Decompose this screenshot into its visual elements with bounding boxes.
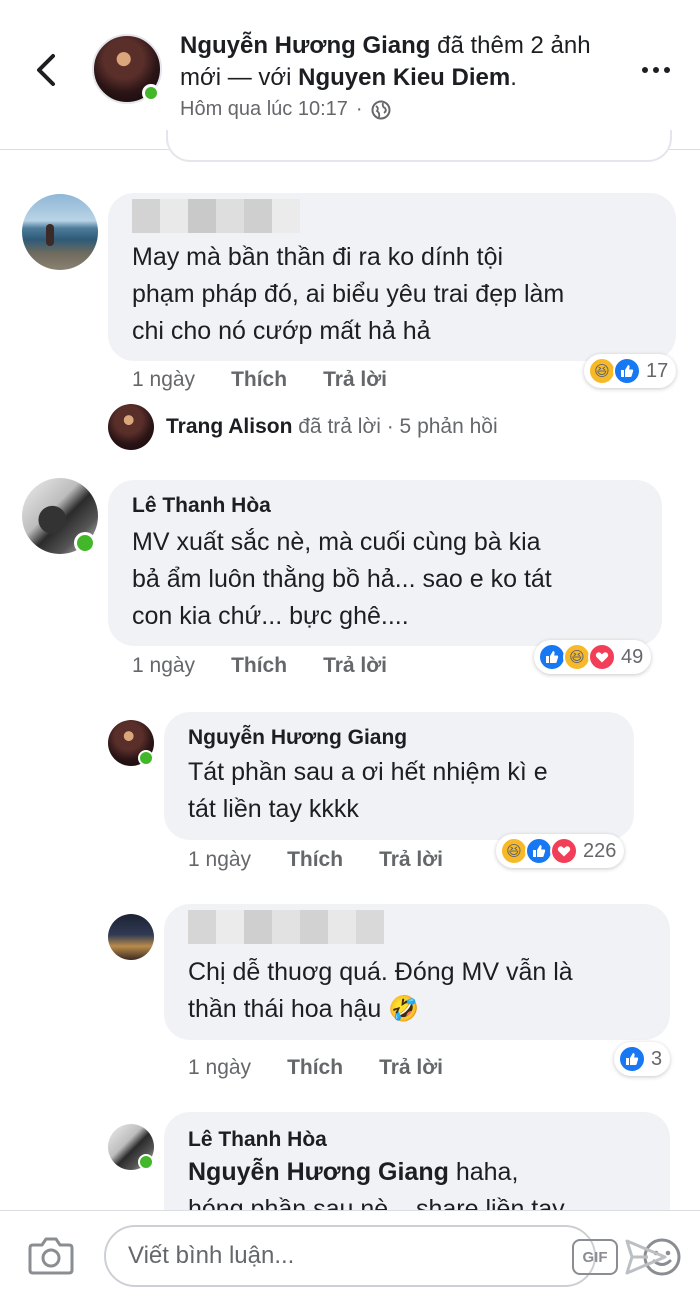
like-button[interactable]: Thích: [287, 848, 343, 872]
view-replies-link[interactable]: Trang Alison đã trả lời · 5 phản hồi: [108, 404, 498, 450]
comment-meta: 1 ngày Thích Trả lời: [188, 1056, 443, 1080]
back-button[interactable]: [26, 48, 66, 92]
reaction-count: 226: [583, 839, 617, 862]
avatar[interactable]: [108, 914, 154, 960]
post-title: Nguyễn Hương Giang đã thêm 2 ảnh mới — v…: [180, 32, 591, 91]
comment-text: Chị dễ thuơg quá. Đóng MV vẫn là thần th…: [188, 958, 573, 1023]
online-status-icon: [138, 750, 154, 766]
reaction-count: 17: [646, 359, 669, 382]
reply-bubble: Lê Thanh Hòa Nguyễn Hương Giang haha, hó…: [164, 1112, 670, 1222]
comment-time[interactable]: 1 ngày: [188, 848, 251, 872]
reaction-summary[interactable]: 😆 49: [534, 640, 652, 674]
mention-link[interactable]: Nguyễn Hương Giang: [188, 1158, 449, 1186]
reply-button[interactable]: Trả lời: [323, 368, 387, 392]
comment-bubble: May mà bần thần đi ra ko dính tội phạm p…: [108, 193, 676, 361]
tagged-name[interactable]: Nguyen Kieu Diem: [298, 64, 510, 91]
like-button[interactable]: Thích: [287, 1056, 343, 1080]
like-reaction-icon: [525, 837, 553, 865]
avatar[interactable]: [22, 194, 98, 270]
reaction-count: 3: [651, 1047, 663, 1070]
like-button[interactable]: Thích: [231, 654, 287, 678]
comment-text: May mà bần thần đi ra ko dính tội phạm p…: [132, 243, 565, 345]
blurred-commenter-name: [132, 199, 652, 233]
comment-bubble: Lê Thanh Hòa MV xuất sắc nè, mà cuối cùn…: [108, 480, 662, 646]
comment-text: MV xuất sắc nè, mà cuối cùng bà kia bả ẩ…: [132, 528, 552, 630]
avatar: [108, 404, 154, 450]
comment-input[interactable]: Viết bình luận... GIF: [104, 1225, 681, 1287]
post-timestamp[interactable]: Hôm qua lúc 10:17: [180, 98, 348, 121]
online-status-icon: [142, 84, 160, 102]
author-name[interactable]: Nguyễn Hương Giang: [180, 32, 430, 59]
love-reaction-icon: [550, 837, 578, 865]
like-button[interactable]: Thích: [231, 368, 287, 392]
send-button[interactable]: [624, 1237, 668, 1277]
comment-meta: 1 ngày Thích Trả lời: [188, 848, 443, 872]
comment-text: Tát phần sau a ơi hết nhiệm kì e tát liề…: [188, 758, 548, 823]
comment-time[interactable]: 1 ngày: [188, 1056, 251, 1080]
more-dots-icon: [642, 67, 648, 73]
post-header: Nguyễn Hương Giang đã thêm 2 ảnh mới — v…: [0, 0, 700, 150]
like-reaction-icon: [613, 357, 641, 385]
like-reaction-icon: [618, 1045, 646, 1073]
comment-meta: 1 ngày Thích Trả lời: [132, 654, 387, 678]
commenter-name[interactable]: Nguyễn Hương Giang: [188, 724, 610, 752]
haha-reaction-icon: 😆: [500, 837, 528, 865]
comment-input-placeholder: Viết bình luận...: [128, 1242, 295, 1269]
previous-comment-bubble: [166, 130, 672, 162]
comment-time[interactable]: 1 ngày: [132, 368, 195, 392]
online-status-icon: [138, 1154, 154, 1170]
online-status-icon: [74, 532, 96, 554]
comment-composer: Viết bình luận... GIF: [0, 1210, 700, 1296]
commenter-name[interactable]: Lê Thanh Hòa: [132, 492, 638, 520]
more-options-button[interactable]: [636, 58, 676, 82]
like-reaction-icon: [538, 643, 566, 671]
reaction-summary[interactable]: 😆 17: [584, 354, 677, 388]
avatar[interactable]: [22, 478, 98, 554]
haha-reaction-icon: 😆: [588, 357, 616, 385]
post-timestamp-row: Hôm qua lúc 10:17 ·: [180, 98, 391, 121]
camera-icon: [28, 1237, 74, 1275]
blurred-commenter-name: [188, 910, 646, 944]
chevron-left-icon: [37, 54, 55, 86]
reply-bubble: Nguyễn Hương Giang Tát phần sau a ơi hết…: [164, 712, 634, 840]
gif-button[interactable]: GIF: [572, 1239, 618, 1275]
avatar[interactable]: [108, 1124, 154, 1170]
globe-icon: [371, 100, 391, 119]
love-reaction-icon: [588, 643, 616, 671]
avatar[interactable]: [108, 720, 154, 766]
reply-bubble: Chị dễ thuơg quá. Đóng MV vẫn là thần th…: [164, 904, 670, 1040]
commenter-name[interactable]: Lê Thanh Hòa: [188, 1126, 646, 1154]
camera-button[interactable]: [28, 1235, 74, 1275]
reply-button[interactable]: Trả lời: [379, 1056, 443, 1080]
reaction-summary[interactable]: 3: [614, 1042, 671, 1076]
send-icon: [625, 1239, 667, 1275]
comment-meta: 1 ngày Thích Trả lời: [132, 368, 387, 392]
reaction-summary[interactable]: 😆 226: [496, 834, 625, 868]
reply-button[interactable]: Trả lời: [323, 654, 387, 678]
reply-button[interactable]: Trả lời: [379, 848, 443, 872]
comment-time[interactable]: 1 ngày: [132, 654, 195, 678]
replier-name: Trang Alison: [166, 415, 293, 438]
reaction-count: 49: [621, 645, 644, 668]
haha-reaction-icon: 😆: [563, 643, 591, 671]
author-avatar[interactable]: [92, 34, 162, 104]
